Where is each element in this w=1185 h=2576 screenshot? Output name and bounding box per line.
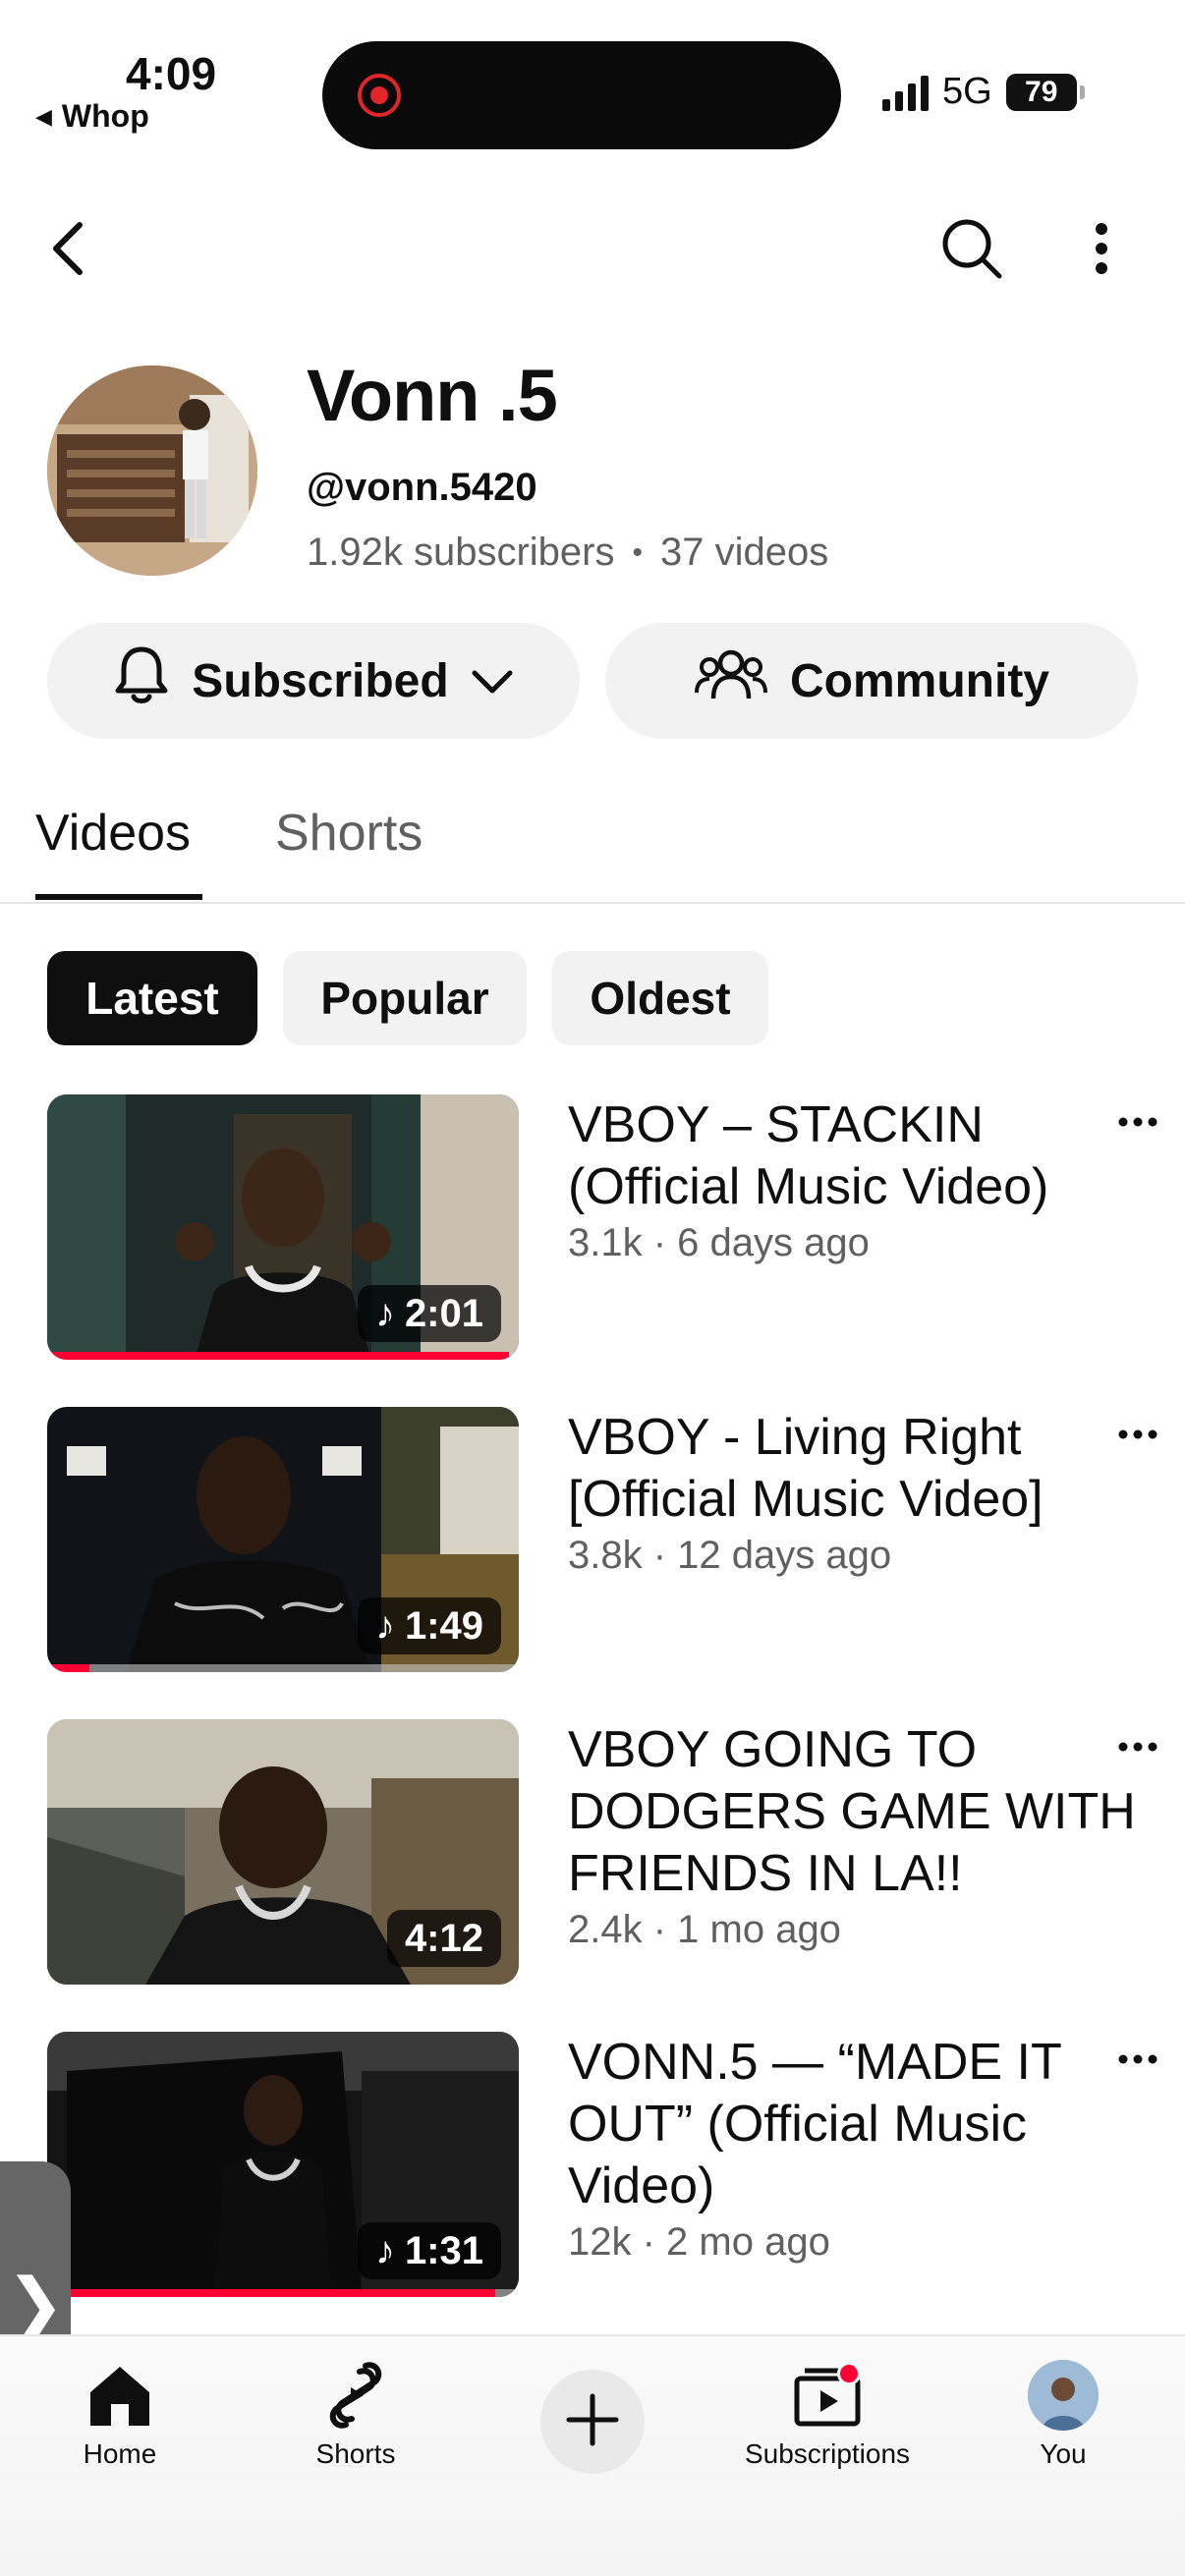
more-horizontal-icon[interactable] (1108, 1727, 1167, 1766)
nav-subscriptions[interactable]: Subscriptions (729, 2356, 926, 2470)
chip-latest[interactable]: Latest (47, 951, 257, 1045)
people-icon (694, 645, 768, 716)
video-item[interactable]: 4:12 VBOY GOING TO DODGERS GAME WITH FRI… (47, 1719, 1157, 1985)
create-icon (565, 2392, 620, 2452)
video-info[interactable]: VBOY – STACKIN (Official Music Video) 3.… (568, 1094, 1157, 1267)
home-icon (81, 2356, 159, 2435)
more-horizontal-icon[interactable] (1108, 2040, 1167, 2079)
music-note-icon: ♪ (374, 1291, 395, 1335)
chip-oldest[interactable]: Oldest (552, 951, 768, 1045)
search-icon[interactable] (937, 214, 1006, 283)
music-note-icon: ♪ (374, 1603, 395, 1648)
top-app-bar (0, 196, 1185, 305)
create-button[interactable] (540, 2370, 645, 2474)
channel-stats: 1.92k subscribers • 37 videos (307, 531, 828, 575)
watch-progress-bar (47, 1352, 510, 1360)
nav-you-label: You (1040, 2438, 1087, 2469)
more-horizontal-icon[interactable] (1108, 1102, 1167, 1142)
back-arrow-icon[interactable] (33, 214, 102, 283)
channel-handle: @vonn.5420 (307, 466, 537, 509)
duration-label: 1:31 (404, 2228, 483, 2272)
tab-shorts[interactable]: Shorts (275, 804, 423, 863)
back-triangle-icon: ◀ (35, 103, 52, 129)
video-item[interactable]: ♪ 1:49 VBOY - Living Right [Official Mus… (47, 1407, 1157, 1672)
nav-home-label: Home (83, 2438, 157, 2469)
chevron-right-icon: ❯ (5, 2266, 66, 2344)
bell-icon (113, 644, 170, 718)
duration-badge: 4:12 (386, 1910, 501, 1967)
video-meta: 2.4k · 1 mo ago (568, 1908, 841, 1951)
shorts-icon (316, 2356, 395, 2435)
channel-avatar[interactable] (47, 365, 257, 576)
recording-icon (358, 74, 401, 117)
video-title: VONN.5 — “MADE IT OUT” (Official Music V… (568, 2034, 1061, 2214)
subscriber-count: 1.92k subscribers (307, 531, 615, 574)
avatar (1028, 2360, 1099, 2431)
nav-you[interactable]: You (965, 2356, 1161, 2470)
duration-badge: ♪ 1:31 (357, 2222, 501, 2279)
duration-label: 1:49 (404, 1603, 483, 1648)
video-info[interactable]: VBOY GOING TO DODGERS GAME WITH FRIENDS … (568, 1719, 1157, 1954)
status-bar: 4:09 ◀ Whop 5G 79 (0, 0, 1185, 157)
video-info[interactable]: VONN.5 — “MADE IT OUT” (Official Music V… (568, 2032, 1157, 2267)
channel-name: Vonn .5 (307, 355, 558, 436)
back-app-label: Whop (61, 98, 149, 134)
chevron-down-icon (471, 654, 514, 708)
community-label: Community (790, 654, 1049, 707)
subscriptions-icon (788, 2356, 867, 2435)
back-to-app-link[interactable]: ◀ Whop (35, 98, 149, 135)
dynamic-island (322, 41, 841, 149)
channel-tabs: Videos Shorts (0, 786, 1185, 904)
watch-progress-bar (47, 2289, 495, 2297)
nav-subscriptions-label: Subscriptions (744, 2438, 911, 2469)
bottom-navigation: Home Shorts Subscriptions You (0, 2334, 1185, 2576)
progress-track (47, 1664, 519, 1672)
video-title: VBOY – STACKIN (Official Music Video) (568, 1096, 1049, 1215)
duration-label: 4:12 (404, 1916, 483, 1960)
video-thumbnail[interactable]: ♪ 1:49 (47, 1407, 519, 1672)
video-title: VBOY GOING TO DODGERS GAME WITH FRIENDS … (568, 1721, 1136, 1902)
video-item[interactable]: ♪ 1:31 VONN.5 — “MADE IT OUT” (Official … (47, 2032, 1157, 2297)
status-time: 4:09 (126, 48, 217, 99)
video-meta: 12k · 2 mo ago (568, 2220, 830, 2264)
video-meta: 3.8k · 12 days ago (568, 1534, 892, 1577)
subscribed-label: Subscribed (192, 654, 449, 707)
active-tab-indicator (35, 894, 202, 900)
music-note-icon: ♪ (374, 2228, 395, 2272)
watch-progress-bar (47, 1664, 90, 1672)
signal-icon (882, 74, 929, 111)
video-meta: 3.1k · 6 days ago (568, 1221, 870, 1264)
video-info[interactable]: VBOY - Living Right [Official Music Vide… (568, 1407, 1157, 1580)
video-thumbnail[interactable]: ♪ 1:31 (47, 2032, 519, 2297)
duration-badge: ♪ 1:49 (357, 1597, 501, 1654)
video-thumbnail[interactable]: 4:12 (47, 1719, 519, 1985)
video-title: VBOY - Living Right [Official Music Vide… (568, 1409, 1044, 1528)
video-thumbnail[interactable]: ♪ 2:01 (47, 1094, 519, 1360)
more-vertical-icon[interactable] (1067, 214, 1136, 283)
nav-avatar-wrap (1024, 2356, 1102, 2435)
community-button[interactable]: Community (605, 623, 1138, 739)
chip-popular[interactable]: Popular (283, 951, 527, 1045)
nav-home[interactable]: Home (22, 2356, 218, 2470)
status-indicators: 5G 79 (882, 71, 1085, 113)
video-count: 37 videos (660, 531, 829, 574)
subscribed-button[interactable]: Subscribed (47, 623, 580, 739)
duration-badge: ♪ 2:01 (357, 1285, 501, 1342)
notification-dot (837, 2362, 861, 2385)
network-type: 5G (942, 71, 992, 112)
nav-shorts-label: Shorts (315, 2438, 396, 2469)
tab-videos[interactable]: Videos (35, 804, 191, 863)
separator-dot: • (632, 535, 643, 569)
more-horizontal-icon[interactable] (1108, 1415, 1167, 1454)
battery-icon: 79 (1005, 73, 1085, 111)
duration-label: 2:01 (404, 1291, 483, 1335)
nav-shorts[interactable]: Shorts (257, 2356, 454, 2470)
video-item[interactable]: ♪ 2:01 VBOY – STACKIN (Official Music Vi… (47, 1094, 1157, 1360)
